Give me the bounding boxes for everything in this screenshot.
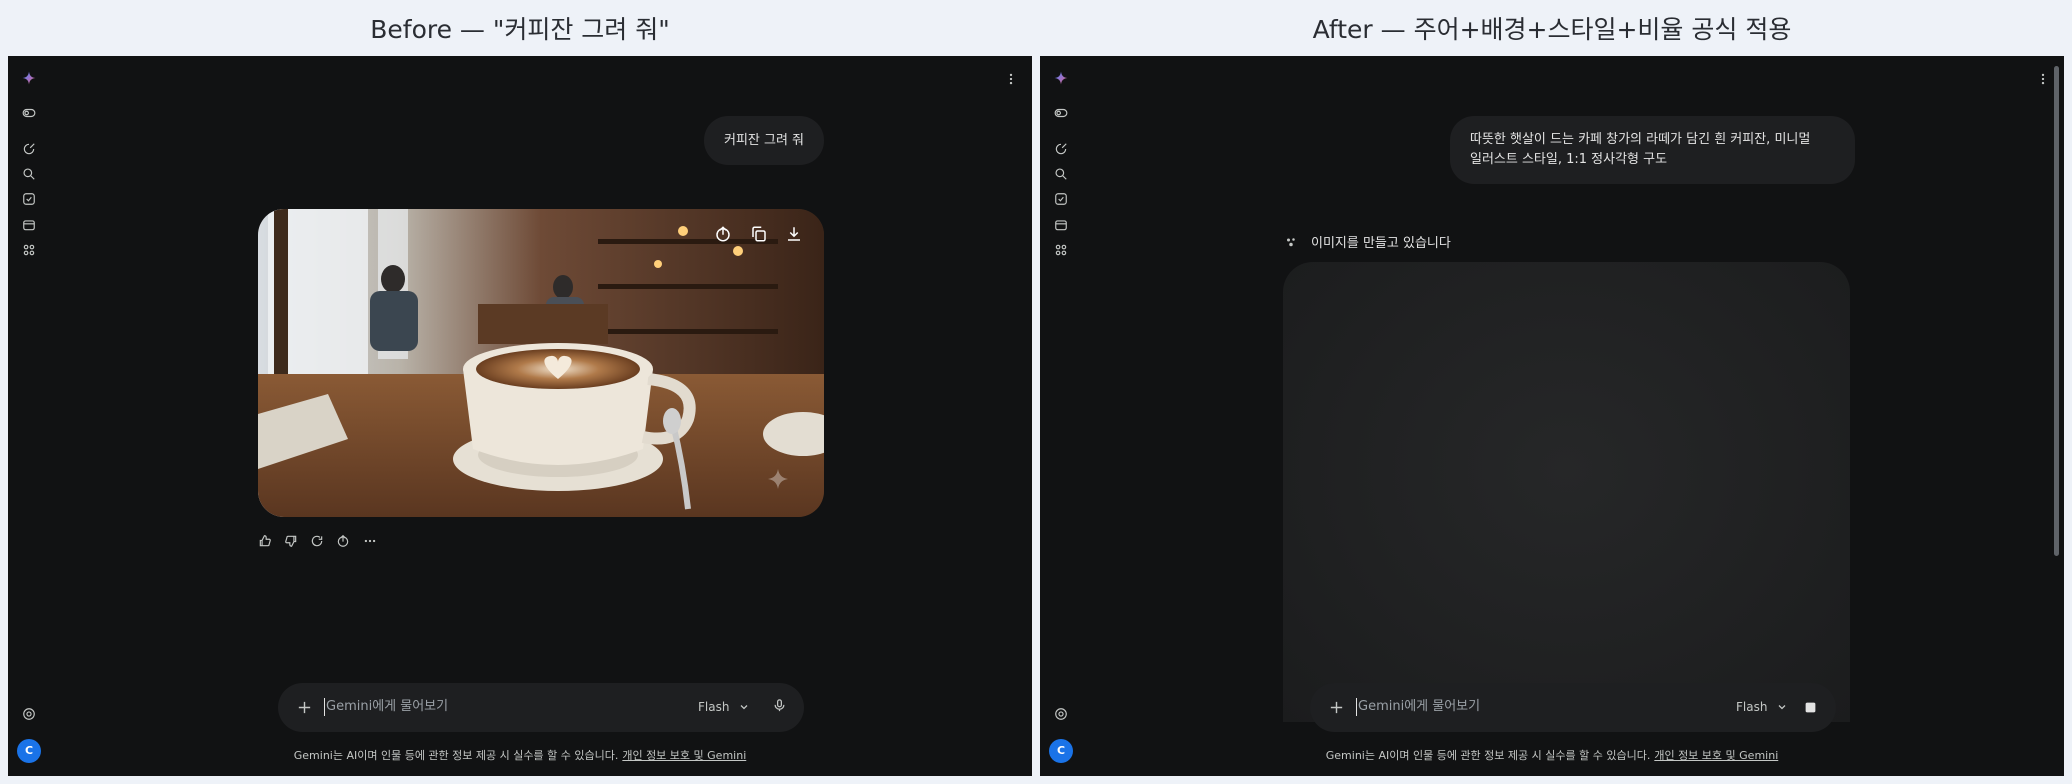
apps-icon[interactable] — [1054, 243, 1068, 257]
after-heading: After — 주어+배경+스타일+비율 공식 적용 — [1312, 15, 1792, 44]
chevron-down-icon — [1779, 705, 1786, 710]
more-options-icon[interactable] — [1004, 72, 1018, 86]
privacy-link[interactable]: 개인 정보 보호 및 Gemini — [622, 749, 746, 762]
search-icon[interactable] — [22, 167, 36, 181]
user-prompt-bubble: 따뜻한 햇살이 드는 카페 창가의 라떼가 담긴 흰 커피잔, 미니멀 일러스트… — [1450, 116, 1855, 184]
sidebar-rail: C — [1040, 56, 1080, 776]
share-icon[interactable] — [714, 225, 732, 243]
share-icon[interactable] — [336, 534, 350, 548]
prompt-composer[interactable]: Gemini에게 물어보기 Flash — [278, 683, 804, 732]
before-window: C 커피잔 그려 줘 Gemini에게 물어보기 Flash Gemini는 A… — [8, 56, 1032, 776]
library-icon[interactable] — [1054, 218, 1068, 232]
search-icon[interactable] — [1054, 167, 1068, 181]
download-icon[interactable] — [785, 225, 803, 243]
prompt-input[interactable]: Gemini에게 물어보기 — [1356, 698, 1480, 716]
gems-icon[interactable] — [1054, 192, 1068, 206]
before-heading: Before — "커피잔 그려 줘" — [370, 15, 670, 44]
after-window: C 따뜻한 햇살이 드는 카페 창가의 라떼가 담긴 흰 커피잔, 미니멀 일러… — [1040, 56, 2064, 776]
apps-icon[interactable] — [22, 243, 36, 257]
stop-icon[interactable] — [1804, 700, 1817, 717]
gemini-spark-icon[interactable] — [22, 71, 36, 85]
disclaimer: Gemini는 AI이며 인물 등에 관한 정보 제공 시 실수를 할 수 있습… — [1040, 747, 2064, 763]
more-icon[interactable] — [363, 534, 377, 548]
plus-icon[interactable] — [1328, 699, 1345, 716]
plus-icon[interactable] — [296, 699, 313, 716]
prompt-line-1: 따뜻한 햇살이 드는 카페 창가의 라떼가 담긴 흰 커피잔, 미니멀 — [1470, 132, 1811, 147]
loading-spark-icon — [1287, 238, 1295, 247]
chevron-down-icon — [741, 705, 748, 710]
mic-icon[interactable] — [772, 698, 787, 716]
generation-status: 이미지를 만들고 있습니다 — [1285, 232, 1451, 251]
prompt-input[interactable]: Gemini에게 물어보기 — [324, 698, 448, 716]
new-chat-icon[interactable] — [1054, 142, 1068, 156]
prompt-line-2: 일러스트 스타일, 1:1 정사각형 구도 — [1470, 152, 1668, 167]
user-prompt-bubble: 커피잔 그려 줘 — [704, 116, 824, 165]
image-placeholder — [1283, 262, 1850, 722]
status-text: 이미지를 만들고 있습니다 — [1311, 236, 1451, 251]
disclaimer-text: Gemini는 AI이며 인물 등에 관한 정보 제공 시 실수를 할 수 있습… — [1325, 749, 1651, 762]
model-selector[interactable]: Flash — [1736, 699, 1788, 716]
settings-icon[interactable] — [22, 707, 36, 721]
regenerate-icon[interactable] — [310, 534, 324, 548]
model-label: Flash — [1736, 700, 1768, 714]
generated-coffee-image[interactable] — [258, 209, 824, 517]
scrollbar[interactable] — [2054, 66, 2059, 556]
thumbs-up-icon[interactable] — [258, 534, 272, 548]
new-chat-icon[interactable] — [22, 142, 36, 156]
model-selector[interactable]: Flash — [698, 699, 750, 716]
thumbs-down-icon[interactable] — [284, 534, 298, 548]
sidebar-rail: C — [8, 56, 48, 776]
model-label: Flash — [698, 700, 730, 714]
privacy-link[interactable]: 개인 정보 보호 및 Gemini — [1654, 749, 1778, 762]
gems-icon[interactable] — [22, 192, 36, 206]
settings-icon[interactable] — [1054, 707, 1068, 721]
sidebar-toggle-icon[interactable] — [22, 106, 36, 120]
more-options-icon[interactable] — [2036, 72, 2050, 86]
copy-icon[interactable] — [750, 225, 768, 243]
disclaimer: Gemini는 AI이며 인물 등에 관한 정보 제공 시 실수를 할 수 있습… — [8, 747, 1032, 763]
gemini-spark-icon[interactable] — [1054, 71, 1068, 85]
sidebar-toggle-icon[interactable] — [1054, 106, 1068, 120]
library-icon[interactable] — [22, 218, 36, 232]
prompt-composer[interactable]: Gemini에게 물어보기 Flash — [1310, 683, 1836, 732]
disclaimer-text: Gemini는 AI이며 인물 등에 관한 정보 제공 시 실수를 할 수 있습… — [293, 749, 619, 762]
